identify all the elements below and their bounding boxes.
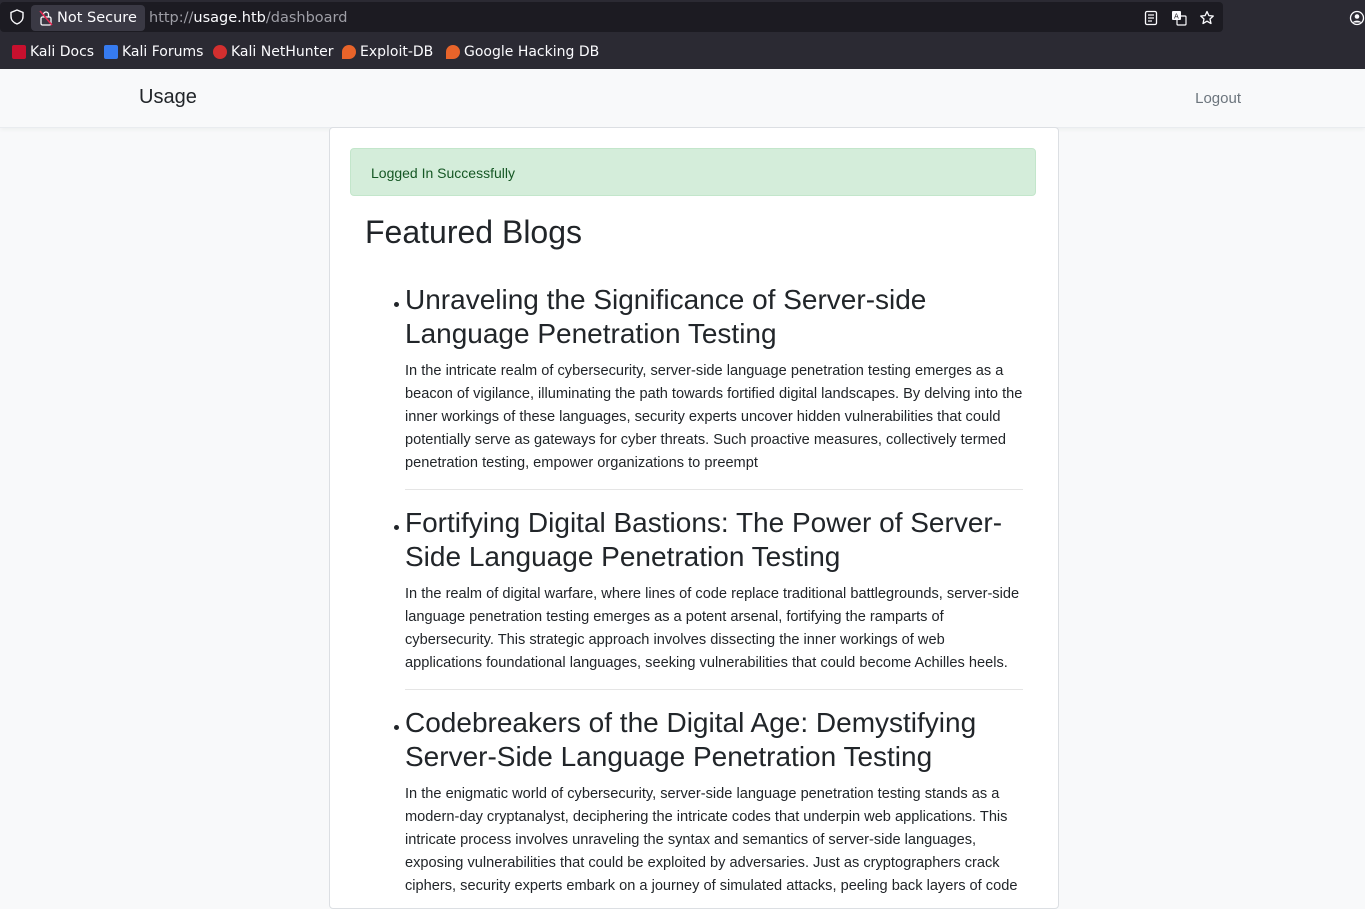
- insecure-lock-icon: [39, 10, 53, 26]
- blog-post: .blog:nth-child(1)::before{top:19px} Unr…: [394, 283, 1023, 475]
- logout-link[interactable]: Logout: [1195, 90, 1241, 107]
- svg-text:A: A: [1174, 13, 1179, 21]
- blog-title: Fortifying Digital Bastions: The Power o…: [405, 507, 1003, 572]
- reader-view-icon[interactable]: [1143, 10, 1159, 26]
- bookmark-label: Google Hacking DB: [464, 44, 600, 60]
- blog-title: Codebreakers of the Digital Age: Demysti…: [405, 707, 977, 772]
- blog-post: Fortifying Digital Bastions: The Power o…: [394, 506, 1023, 675]
- account-icon[interactable]: [1349, 10, 1365, 26]
- kali-docs-icon: [12, 45, 26, 59]
- success-alert: Logged In Successfully: [350, 148, 1036, 196]
- blog-divider: [405, 689, 1023, 690]
- bookmark-google-hacking-db[interactable]: Google Hacking DB: [444, 36, 599, 68]
- bookmark-kali-nethunter[interactable]: Kali NetHunter: [211, 36, 333, 68]
- bookmark-label: Kali NetHunter: [231, 44, 334, 60]
- brand-link[interactable]: Usage: [139, 86, 197, 109]
- blog-title: Unraveling the Significance of Server-si…: [405, 284, 927, 349]
- translate-icon[interactable]: A: [1171, 10, 1187, 26]
- blog-divider: [405, 489, 1023, 490]
- bookmark-exploit-db[interactable]: Exploit-DB: [340, 36, 433, 68]
- url-text[interactable]: http://usage.htb/dashboard: [149, 2, 347, 34]
- bookmark-label: Kali Docs: [30, 44, 95, 60]
- not-secure-badge[interactable]: Not Secure: [31, 5, 145, 31]
- bookmark-star-icon[interactable]: [1199, 10, 1215, 26]
- bookmark-label: Kali Forums: [122, 44, 204, 60]
- url-path: /dashboard: [265, 10, 348, 26]
- bookmarks-toolbar: Kali Docs Kali Forums Kali NetHunter Exp…: [0, 36, 1365, 68]
- blog-post: Codebreakers of the Digital Age: Demysti…: [394, 706, 1023, 898]
- url-scheme: http://: [149, 10, 194, 26]
- bookmark-kali-forums[interactable]: Kali Forums: [102, 36, 203, 68]
- browser-chrome: Not Secure http://usage.htb/dashboard A …: [0, 0, 1365, 69]
- kali-nethunter-icon: [213, 45, 227, 59]
- url-host: usage.htb: [193, 10, 266, 26]
- blog-excerpt: In the intricate realm of cybersecurity,…: [405, 363, 1023, 471]
- ghdb-icon: [446, 45, 460, 59]
- not-secure-label: Not Secure: [57, 10, 137, 26]
- kali-forums-icon: [104, 45, 118, 59]
- page-title: Featured Blogs: [365, 214, 583, 250]
- shield-icon[interactable]: [9, 9, 25, 25]
- exploit-db-icon: [342, 45, 356, 59]
- content-card: Logged In Successfully Featured Blogs .b…: [329, 127, 1059, 909]
- blog-excerpt: In the enigmatic world of cybersecurity,…: [405, 786, 1018, 894]
- blog-excerpt: In the realm of digital warfare, where l…: [405, 586, 1020, 671]
- bookmark-kali-docs[interactable]: Kali Docs: [10, 36, 94, 68]
- bookmark-label: Exploit-DB: [360, 44, 434, 60]
- site-navbar: Usage Logout: [0, 69, 1365, 128]
- address-bar[interactable]: Not Secure http://usage.htb/dashboard A: [0, 2, 1223, 32]
